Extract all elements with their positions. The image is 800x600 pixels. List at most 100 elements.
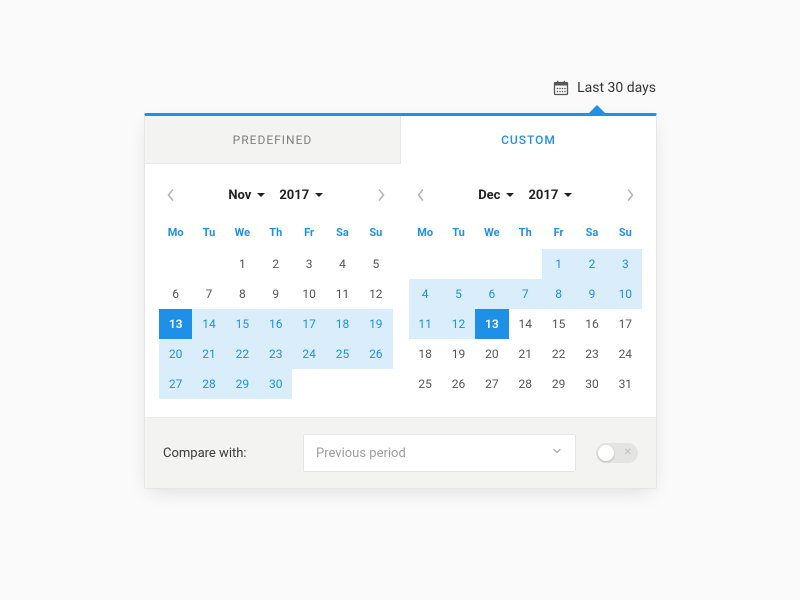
day-cell[interactable]: 9 — [259, 279, 292, 309]
calendar-right: Dec2017MoTuWeThFrSaSu1234567891011121314… — [409, 176, 643, 399]
calendar-icon — [553, 80, 569, 96]
day-cell[interactable]: 5 — [359, 249, 392, 279]
day-cell[interactable]: 24 — [609, 339, 642, 369]
week-row: 27282930 — [159, 369, 393, 399]
compare-toggle[interactable]: ✕ — [596, 443, 638, 463]
week-row: 123 — [409, 249, 643, 279]
week-row: 18192021222324 — [409, 339, 643, 369]
month-select[interactable]: Nov — [228, 188, 265, 203]
day-cell[interactable]: 2 — [575, 249, 608, 279]
week-row: 12345 — [159, 249, 393, 279]
day-cell[interactable]: 23 — [259, 339, 292, 369]
day-cell[interactable]: 1 — [226, 249, 259, 279]
day-cell[interactable]: 19 — [359, 309, 392, 339]
next-month-button[interactable] — [618, 176, 642, 214]
compare-label: Compare with: — [163, 446, 283, 461]
day-cell[interactable]: 30 — [575, 369, 608, 399]
month-select[interactable]: Dec — [478, 188, 514, 203]
weekday-label: Mo — [159, 220, 192, 249]
year-label: 2017 — [279, 188, 309, 203]
day-empty — [442, 249, 475, 279]
day-cell[interactable]: 17 — [292, 309, 325, 339]
month-label: Dec — [478, 188, 500, 203]
day-cell[interactable]: 22 — [542, 339, 575, 369]
day-cell[interactable]: 31 — [609, 369, 642, 399]
day-empty — [292, 369, 325, 399]
day-cell[interactable]: 8 — [226, 279, 259, 309]
day-cell[interactable]: 25 — [409, 369, 442, 399]
date-range-trigger[interactable]: Last 30 days — [553, 80, 656, 96]
day-cell[interactable]: 26 — [359, 339, 392, 369]
day-cell[interactable]: 18 — [409, 339, 442, 369]
day-cell[interactable]: 3 — [292, 249, 325, 279]
day-empty — [509, 249, 542, 279]
day-cell[interactable]: 7 — [192, 279, 225, 309]
day-cell[interactable]: 7 — [509, 279, 542, 309]
caret-down-icon — [506, 193, 514, 197]
day-cell[interactable]: 12 — [359, 279, 392, 309]
weekday-row: MoTuWeThFrSaSu — [409, 220, 643, 249]
day-cell[interactable]: 20 — [475, 339, 508, 369]
day-cell[interactable]: 10 — [609, 279, 642, 309]
day-cell[interactable]: 13 — [475, 309, 508, 339]
day-empty — [475, 249, 508, 279]
day-cell[interactable]: 2 — [259, 249, 292, 279]
year-select[interactable]: 2017 — [528, 188, 572, 203]
day-cell[interactable]: 29 — [226, 369, 259, 399]
weekday-label: We — [226, 220, 259, 249]
day-cell[interactable]: 4 — [326, 249, 359, 279]
compare-dropdown[interactable]: Previous period — [303, 434, 576, 472]
day-cell[interactable]: 17 — [609, 309, 642, 339]
day-cell[interactable]: 16 — [575, 309, 608, 339]
day-cell[interactable]: 8 — [542, 279, 575, 309]
weekday-label: Th — [509, 220, 542, 249]
prev-month-button[interactable] — [159, 176, 183, 214]
day-cell[interactable]: 13 — [159, 309, 192, 339]
tab-custom[interactable]: CUSTOM — [401, 116, 656, 164]
day-cell[interactable]: 14 — [509, 309, 542, 339]
day-cell[interactable]: 27 — [159, 369, 192, 399]
toggle-knob — [598, 445, 614, 461]
day-cell[interactable]: 22 — [226, 339, 259, 369]
day-cell[interactable]: 18 — [326, 309, 359, 339]
day-cell[interactable]: 15 — [542, 309, 575, 339]
day-cell[interactable]: 25 — [326, 339, 359, 369]
day-cell[interactable]: 15 — [226, 309, 259, 339]
day-cell[interactable]: 21 — [192, 339, 225, 369]
day-cell[interactable]: 28 — [509, 369, 542, 399]
popover-pointer — [589, 105, 605, 113]
day-cell[interactable]: 16 — [259, 309, 292, 339]
day-cell[interactable]: 14 — [192, 309, 225, 339]
day-cell[interactable]: 6 — [159, 279, 192, 309]
day-cell[interactable]: 27 — [475, 369, 508, 399]
day-cell[interactable]: 19 — [442, 339, 475, 369]
day-cell[interactable]: 21 — [509, 339, 542, 369]
prev-month-button[interactable] — [409, 176, 433, 214]
day-cell[interactable]: 6 — [475, 279, 508, 309]
year-select[interactable]: 2017 — [279, 188, 323, 203]
day-cell[interactable]: 26 — [442, 369, 475, 399]
day-cell[interactable]: 9 — [575, 279, 608, 309]
day-empty — [359, 369, 392, 399]
tab-label: CUSTOM — [501, 133, 556, 147]
day-cell[interactable]: 20 — [159, 339, 192, 369]
day-cell[interactable]: 3 — [609, 249, 642, 279]
day-cell[interactable]: 29 — [542, 369, 575, 399]
day-cell[interactable]: 30 — [259, 369, 292, 399]
day-cell[interactable]: 11 — [326, 279, 359, 309]
day-empty — [159, 249, 192, 279]
day-cell[interactable]: 5 — [442, 279, 475, 309]
caret-down-icon — [564, 193, 572, 197]
next-month-button[interactable] — [369, 176, 393, 214]
day-cell[interactable]: 4 — [409, 279, 442, 309]
day-cell[interactable]: 23 — [575, 339, 608, 369]
day-cell[interactable]: 1 — [542, 249, 575, 279]
day-cell[interactable]: 12 — [442, 309, 475, 339]
day-cell[interactable]: 24 — [292, 339, 325, 369]
day-cell[interactable]: 10 — [292, 279, 325, 309]
day-cell[interactable]: 11 — [409, 309, 442, 339]
tab-predefined[interactable]: PREDEFINED — [145, 116, 401, 164]
compare-dropdown-value: Previous period — [316, 446, 406, 461]
calendar-left: Nov2017MoTuWeThFrSaSu1234567891011121314… — [159, 176, 393, 399]
day-cell[interactable]: 28 — [192, 369, 225, 399]
